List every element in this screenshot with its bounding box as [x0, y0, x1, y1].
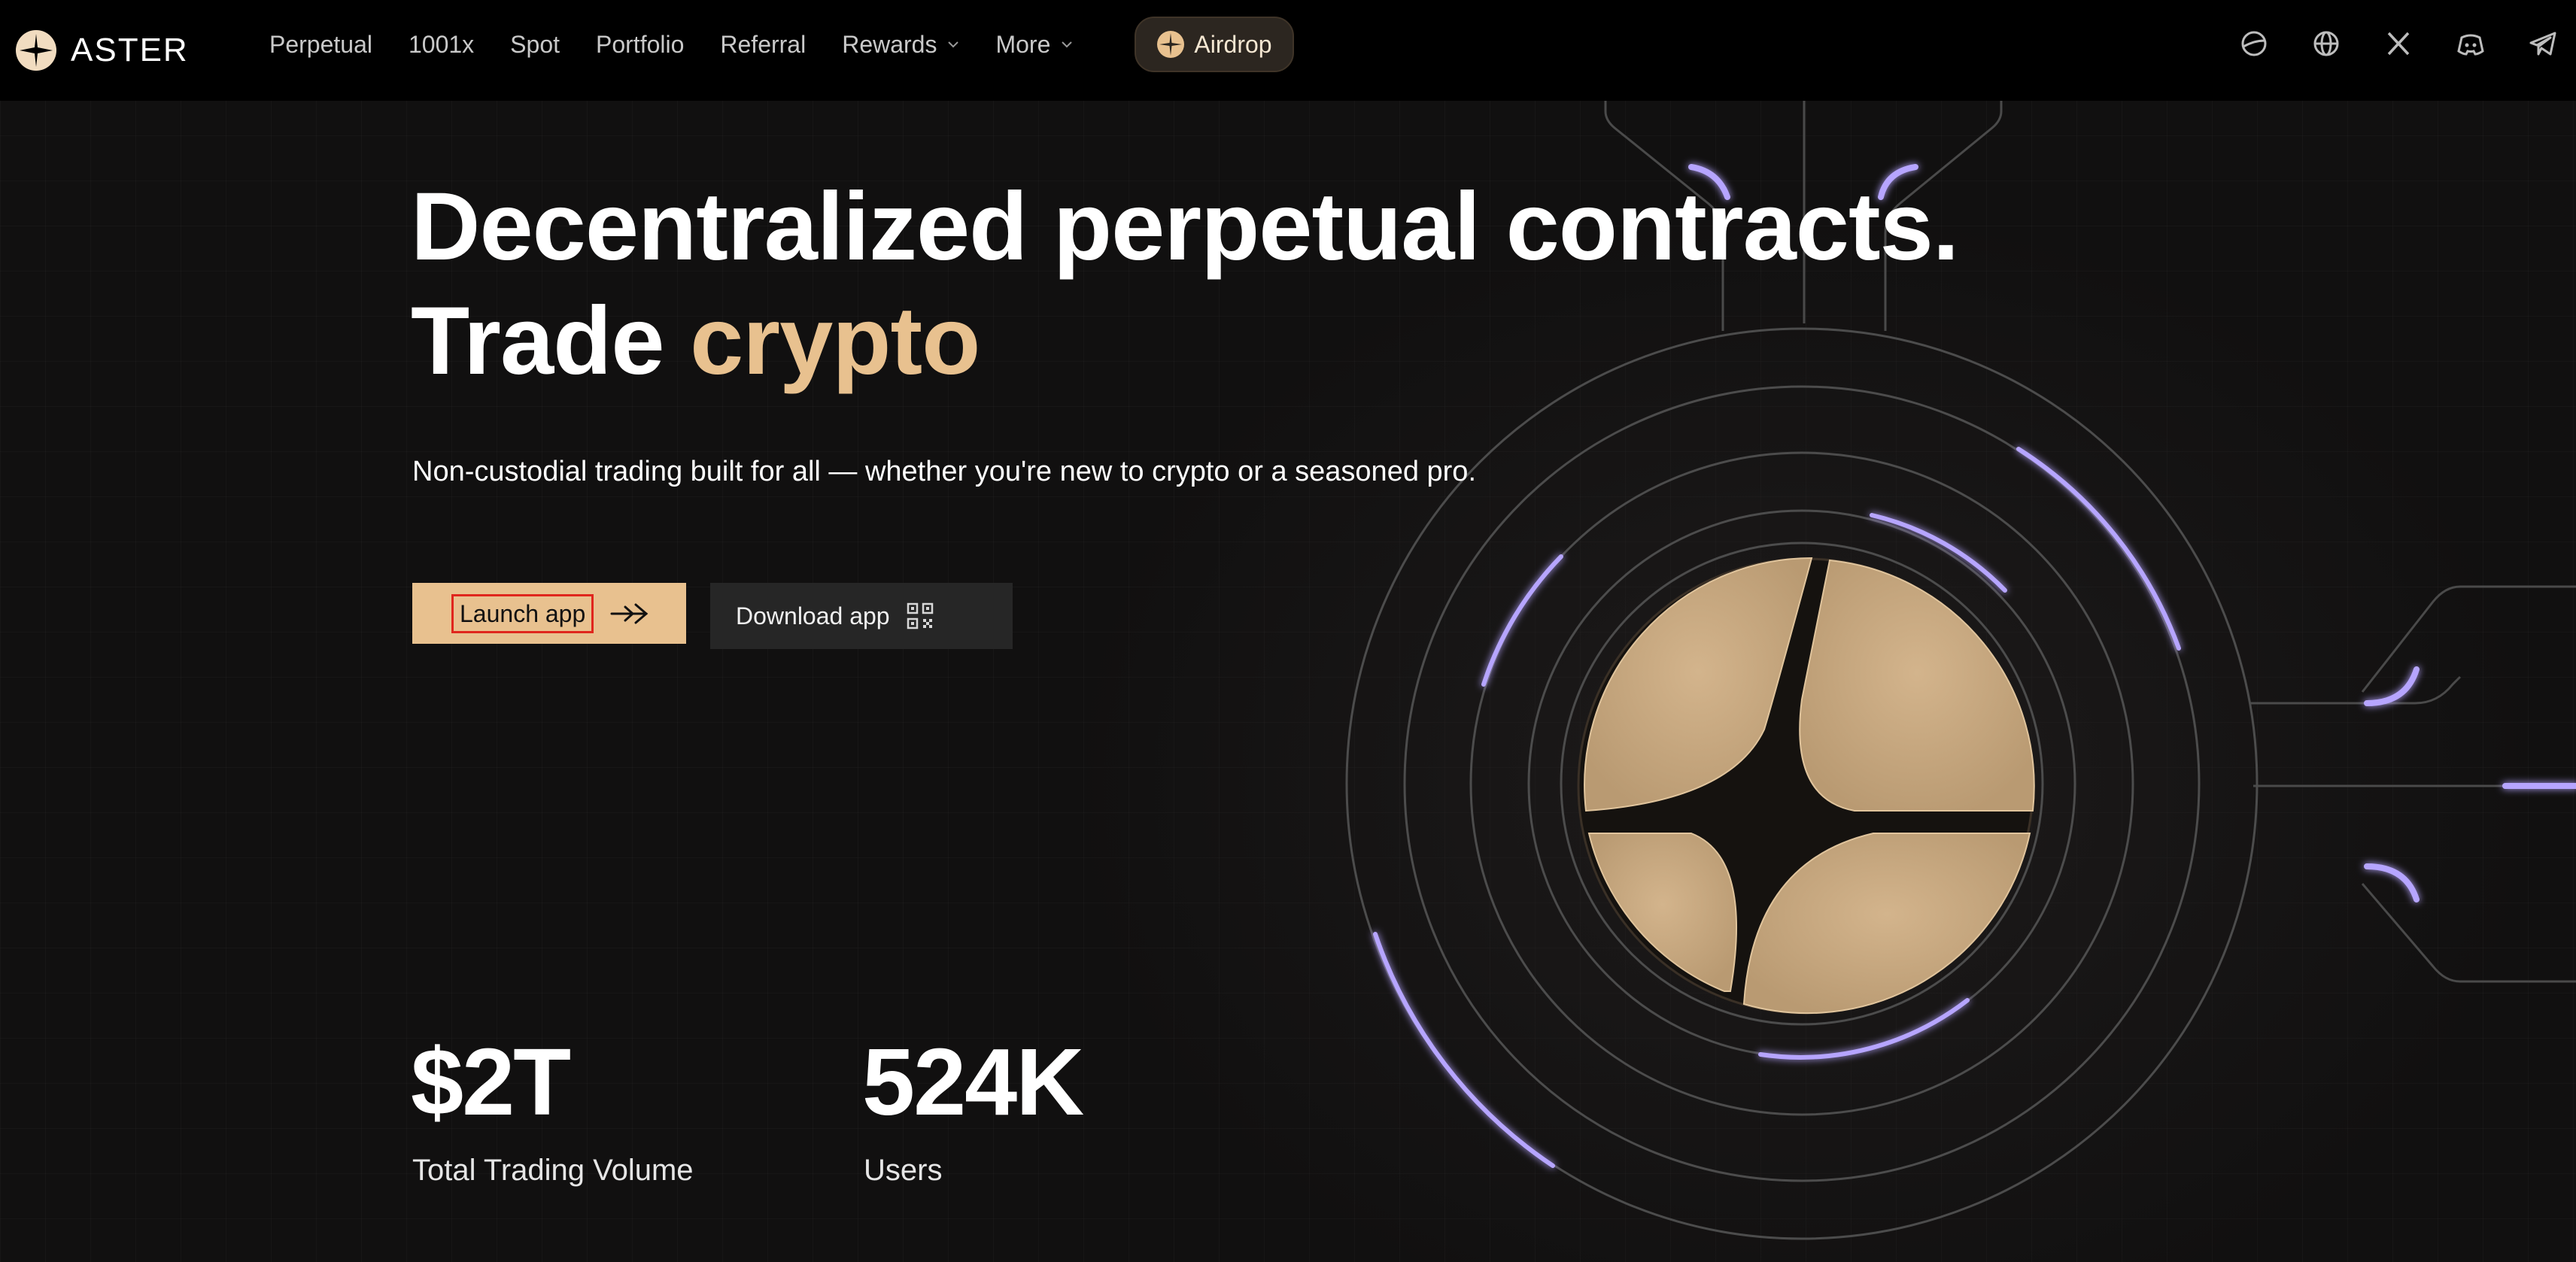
- stat-users-label: Users: [864, 1154, 943, 1187]
- headline-accent: crypto: [690, 287, 980, 395]
- headline-line-2: Trade crypto: [411, 284, 1958, 399]
- download-app-label: Download app: [736, 602, 890, 629]
- arrow-right-icon: [610, 603, 649, 623]
- launch-app-label: Launch app: [451, 593, 594, 633]
- aster-logo-icon: [16, 30, 56, 71]
- nav-label: 1001x: [408, 30, 475, 58]
- airdrop-button[interactable]: Airdrop: [1135, 17, 1294, 72]
- nav-more-dropdown[interactable]: More: [995, 31, 1073, 59]
- airdrop-icon: [1157, 31, 1185, 58]
- download-app-button[interactable]: Download app: [710, 583, 1013, 649]
- discord-link[interactable]: [2450, 23, 2492, 65]
- qr-code-icon: [907, 602, 933, 629]
- nav-perpetual[interactable]: Perpetual: [269, 31, 372, 59]
- nav-portfolio[interactable]: Portfolio: [596, 31, 684, 59]
- nav-1001x[interactable]: 1001x: [409, 31, 474, 59]
- airdrop-label: Airdrop: [1194, 30, 1272, 58]
- language-button[interactable]: [2305, 23, 2347, 65]
- x-link[interactable]: [2377, 23, 2420, 65]
- nav-label: Rewards: [842, 30, 937, 58]
- top-navbar: ASTER Perpetual 1001x Spot Portfolio Ref…: [0, 0, 2576, 101]
- nav-label: Portfolio: [596, 30, 685, 58]
- theme-icon: [2241, 31, 2267, 56]
- telegram-link[interactable]: [2522, 23, 2564, 65]
- nav-rewards-dropdown[interactable]: Rewards: [842, 31, 959, 59]
- nav-label: More: [995, 30, 1051, 58]
- nav-spot[interactable]: Spot: [510, 31, 560, 59]
- stat-users-value: 524K: [862, 1029, 1084, 1135]
- chevron-down-icon: [1062, 41, 1073, 48]
- chevron-down-icon: [948, 41, 959, 48]
- headline-prefix: Trade: [411, 287, 691, 395]
- stat-volume-value: $2T: [411, 1029, 571, 1135]
- x-icon: [2387, 32, 2410, 56]
- launch-app-button[interactable]: Launch app: [412, 583, 686, 644]
- globe-icon: [2313, 31, 2339, 56]
- brand-name: ASTER: [71, 32, 189, 68]
- main-menu: Perpetual 1001x Spot Portfolio Referral …: [269, 0, 1109, 89]
- hero-headline: Decentralized perpetual contracts. Trade…: [411, 170, 1959, 399]
- nav-label: Referral: [720, 30, 807, 58]
- nav-referral[interactable]: Referral: [720, 31, 806, 59]
- discord-icon: [2457, 34, 2484, 56]
- nav-label: Spot: [510, 30, 560, 58]
- stat-volume-label: Total Trading Volume: [412, 1154, 694, 1187]
- hero-subtitle: Non-custodial trading built for all — wh…: [412, 456, 1476, 487]
- headline-line-1: Decentralized perpetual contracts.: [411, 173, 1959, 281]
- theme-toggle-button[interactable]: [2233, 23, 2275, 65]
- brand-logo[interactable]: ASTER: [15, 23, 189, 78]
- telegram-icon: [2529, 32, 2556, 56]
- nav-label: Perpetual: [269, 30, 372, 58]
